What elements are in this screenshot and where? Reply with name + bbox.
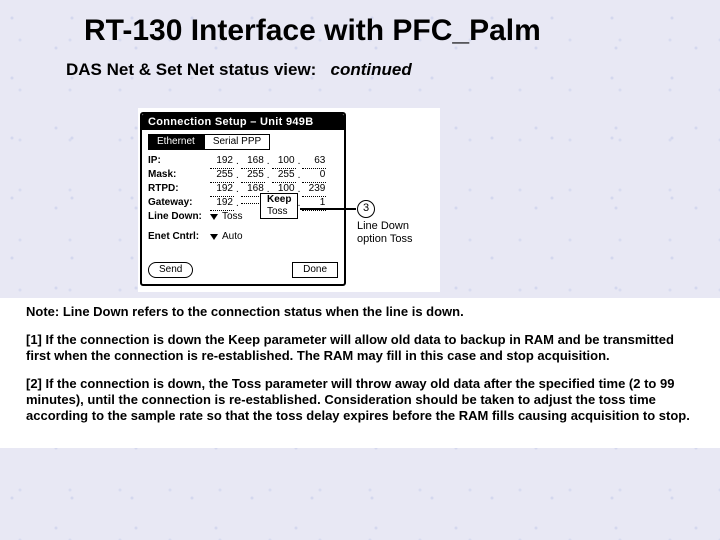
note-1: [1] If the connection is down the Keep p… [26,332,698,364]
ip-octet-2[interactable]: 168 [241,154,265,169]
gateway-octet-1[interactable]: 192 [210,196,234,211]
linedown-selected[interactable]: Toss [222,210,243,224]
dialog-titlebar: Connection Setup – Unit 949B [142,114,344,130]
connection-type-tabs: Ethernet Serial PPP [148,134,338,150]
dialog-body: Ethernet Serial PPP IP: 192. 168. 100. 6… [142,130,344,284]
callout-number-circle: 3 [357,200,375,218]
chevron-down-icon[interactable] [210,234,218,240]
rtpd-octet-1[interactable]: 192 [210,182,234,197]
subtitle-continued: continued [331,60,412,79]
label-linedown: Line Down: [148,210,210,224]
callout-text-line1: Line Down [357,220,412,233]
note-2: [2] If the connection is down, the Toss … [26,376,698,424]
linedown-option-keep[interactable]: Keep [261,194,297,206]
done-button[interactable]: Done [292,262,338,278]
label-ip: IP: [148,154,210,168]
row-rtpd: RTPD: 192. 168. 100. 239 [148,182,338,196]
rtpd-octet-4[interactable]: 239 [302,182,326,197]
linedown-dropdown[interactable]: Keep Toss [260,193,298,219]
label-rtpd: RTPD: [148,182,210,196]
callout-3: 3 Line Down option Toss [357,200,412,246]
ip-octet-3[interactable]: 100 [272,154,296,169]
label-enetcntrl: Enet Cntrl: [148,230,210,244]
ip-octet-4[interactable]: 63 [302,154,326,169]
page-title: RT-130 Interface with PFC_Palm [0,0,720,48]
notes-block: Note: Line Down refers to the connection… [0,298,720,448]
value-mask: 255. 255. 255. 0 [210,168,326,183]
mask-octet-3[interactable]: 255 [272,168,296,183]
row-mask: Mask: 255. 255. 255. 0 [148,168,338,182]
send-button[interactable]: Send [148,262,193,278]
row-ip: IP: 192. 168. 100. 63 [148,154,338,168]
label-gateway: Gateway: [148,196,210,210]
tab-serial-ppp[interactable]: Serial PPP [204,134,270,150]
dot-icon: . [236,197,239,211]
dialog-button-row: Send Done [148,262,338,278]
row-enetcntrl: Enet Cntrl: Auto [148,230,338,244]
chevron-down-icon[interactable] [210,214,218,220]
subtitle-main: DAS Net & Set Net status view: [66,60,316,79]
enetcntrl-selected[interactable]: Auto [222,230,243,244]
value-enetcntrl: Auto [210,230,243,244]
value-ip: 192. 168. 100. 63 [210,154,326,169]
mask-octet-4[interactable]: 0 [302,168,326,183]
callout-leader-line [300,208,356,210]
ip-octet-1[interactable]: 192 [210,154,234,169]
connection-setup-dialog: Connection Setup – Unit 949B Ethernet Se… [140,112,346,286]
mask-octet-2[interactable]: 255 [241,168,265,183]
fields-group: IP: 192. 168. 100. 63 Mask: 255. 255. 25… [148,154,338,244]
value-linedown: Toss [210,210,243,224]
note-intro: Note: Line Down refers to the connection… [26,304,698,320]
callout-text-line2: option Toss [357,233,412,246]
linedown-option-toss[interactable]: Toss [261,206,297,218]
slide: RT-130 Interface with PFC_Palm DAS Net &… [0,0,720,540]
tab-ethernet[interactable]: Ethernet [148,134,204,150]
mask-octet-1[interactable]: 255 [210,168,234,183]
page-subtitle: DAS Net & Set Net status view: continued [0,48,720,80]
label-mask: Mask: [148,168,210,182]
row-linedown: Line Down: Toss [148,210,338,224]
